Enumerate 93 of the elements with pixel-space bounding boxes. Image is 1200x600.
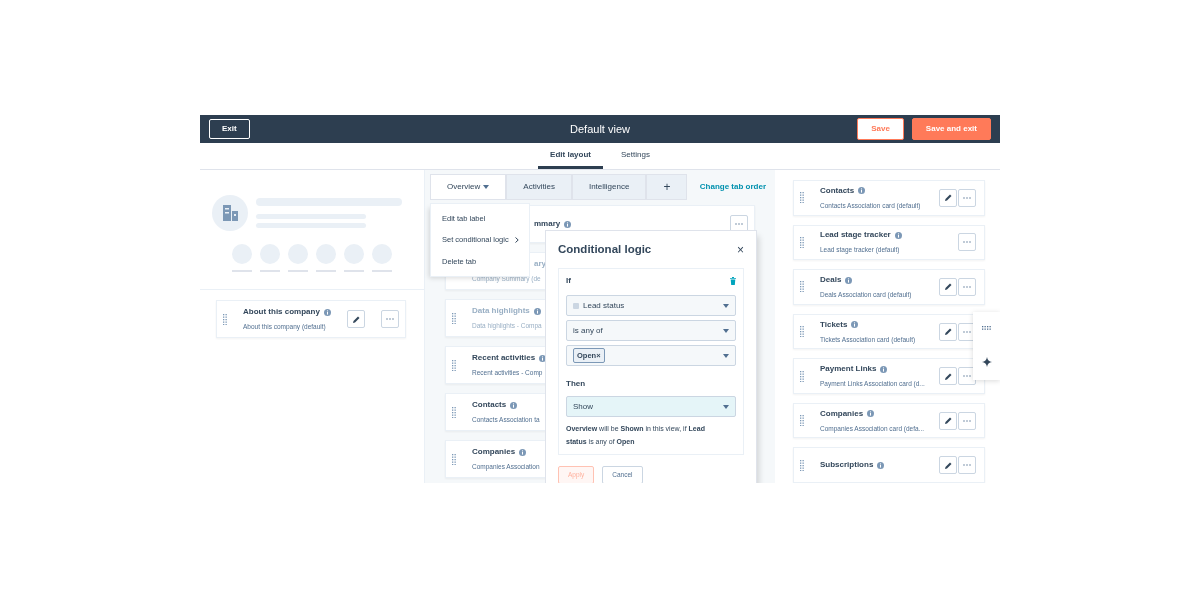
more-icon <box>963 241 971 244</box>
card-title: Payment Links <box>820 363 877 376</box>
caret-icon <box>723 353 729 358</box>
info-icon <box>845 276 853 284</box>
property-icon <box>573 302 579 309</box>
placeholder-line <box>344 270 364 272</box>
condition-label: If <box>566 275 571 288</box>
info-icon <box>519 448 527 456</box>
drag-handle-icon <box>800 415 804 427</box>
edit-button[interactable] <box>939 277 957 296</box>
info-icon <box>877 461 885 469</box>
more-button[interactable] <box>381 310 399 328</box>
more-button[interactable] <box>958 233 976 252</box>
edit-button[interactable] <box>347 310 365 328</box>
edit-button[interactable] <box>939 456 957 475</box>
chevron-right-icon <box>514 236 519 243</box>
caret-icon <box>723 303 729 308</box>
caret-icon <box>483 185 490 189</box>
tab[interactable]: Overview <box>430 174 507 200</box>
card-title: Recent activities <box>472 352 536 365</box>
page-title: Default view <box>570 121 630 137</box>
placeholder-line <box>288 270 308 272</box>
caret-icon <box>723 404 729 409</box>
drag-handle-icon <box>223 313 227 325</box>
info-icon <box>564 220 572 228</box>
card-title: Companies <box>820 407 864 420</box>
more-icon <box>963 464 971 467</box>
sparkle-icon[interactable] <box>981 356 992 367</box>
info-icon <box>867 410 875 418</box>
pencil-icon <box>944 283 952 291</box>
more-icon <box>963 285 971 288</box>
grid-icon[interactable] <box>982 325 991 330</box>
card-title: Tickets <box>820 318 848 331</box>
card-title: Contacts <box>820 184 855 197</box>
info-icon <box>894 232 902 239</box>
info-icon <box>851 321 859 329</box>
drag-handle-icon <box>800 326 804 337</box>
close-button[interactable]: × <box>737 243 744 256</box>
trash-icon[interactable] <box>730 277 736 286</box>
exit-button[interactable]: Exit <box>209 119 250 139</box>
card-title: Contacts <box>472 399 507 412</box>
more-icon <box>963 196 971 199</box>
pencil-icon <box>944 372 952 380</box>
drag-handle-icon <box>452 312 456 324</box>
edit-button[interactable] <box>939 322 957 341</box>
drag-handle-icon <box>452 453 456 465</box>
caret-icon <box>723 328 729 333</box>
then-label: Then <box>566 378 587 391</box>
info-icon <box>533 307 541 315</box>
placeholder-line <box>260 270 280 272</box>
pencil-icon <box>944 194 952 202</box>
pencil-icon <box>944 328 952 335</box>
placeholder-line <box>232 270 252 272</box>
drag-handle-icon <box>800 192 804 204</box>
edit-button[interactable] <box>939 411 957 430</box>
pencil-icon <box>944 461 952 469</box>
tab[interactable]: Intelligence <box>571 174 647 200</box>
card-title: Deals <box>820 274 842 287</box>
more-icon <box>963 419 971 422</box>
action-select[interactable]: Show <box>566 396 736 418</box>
info-icon <box>858 187 866 195</box>
pencil-icon <box>944 417 952 425</box>
tab[interactable]: Activities <box>506 174 572 200</box>
tab[interactable]: Settings <box>609 143 662 169</box>
edit-button[interactable] <box>939 367 957 386</box>
more-icon <box>963 330 971 333</box>
placeholder-line <box>372 270 392 272</box>
card-title: About this company <box>243 306 320 319</box>
change-tab-order-link[interactable]: Change tab order <box>699 181 766 193</box>
card-title: Subscriptions <box>820 459 874 472</box>
drag-handle-icon <box>452 359 456 371</box>
placeholder-line <box>316 270 336 272</box>
info-icon <box>510 401 518 409</box>
tab[interactable]: + <box>646 174 688 200</box>
card-title: mmary <box>534 218 561 230</box>
drag-handle-icon <box>452 406 456 418</box>
popover-title: Conditional logic <box>558 242 652 257</box>
drag-handle-icon <box>800 236 804 248</box>
card-title: Lead stage tracker <box>820 229 891 242</box>
edit-button[interactable] <box>939 188 957 207</box>
drag-handle-icon <box>800 370 804 382</box>
card-title: ary <box>534 258 546 271</box>
card-title: Data highlights <box>472 305 530 318</box>
drag-handle-icon <box>800 459 804 471</box>
building-icon <box>212 195 248 231</box>
info-icon <box>323 308 331 316</box>
operator-select[interactable]: is any of <box>566 320 736 342</box>
info-icon <box>880 365 888 373</box>
drag-handle-icon <box>800 281 804 293</box>
pencil-icon <box>352 315 360 323</box>
more-icon <box>963 375 971 378</box>
property-select[interactable]: Lead status <box>566 295 736 317</box>
card-title: Companies <box>472 446 516 459</box>
